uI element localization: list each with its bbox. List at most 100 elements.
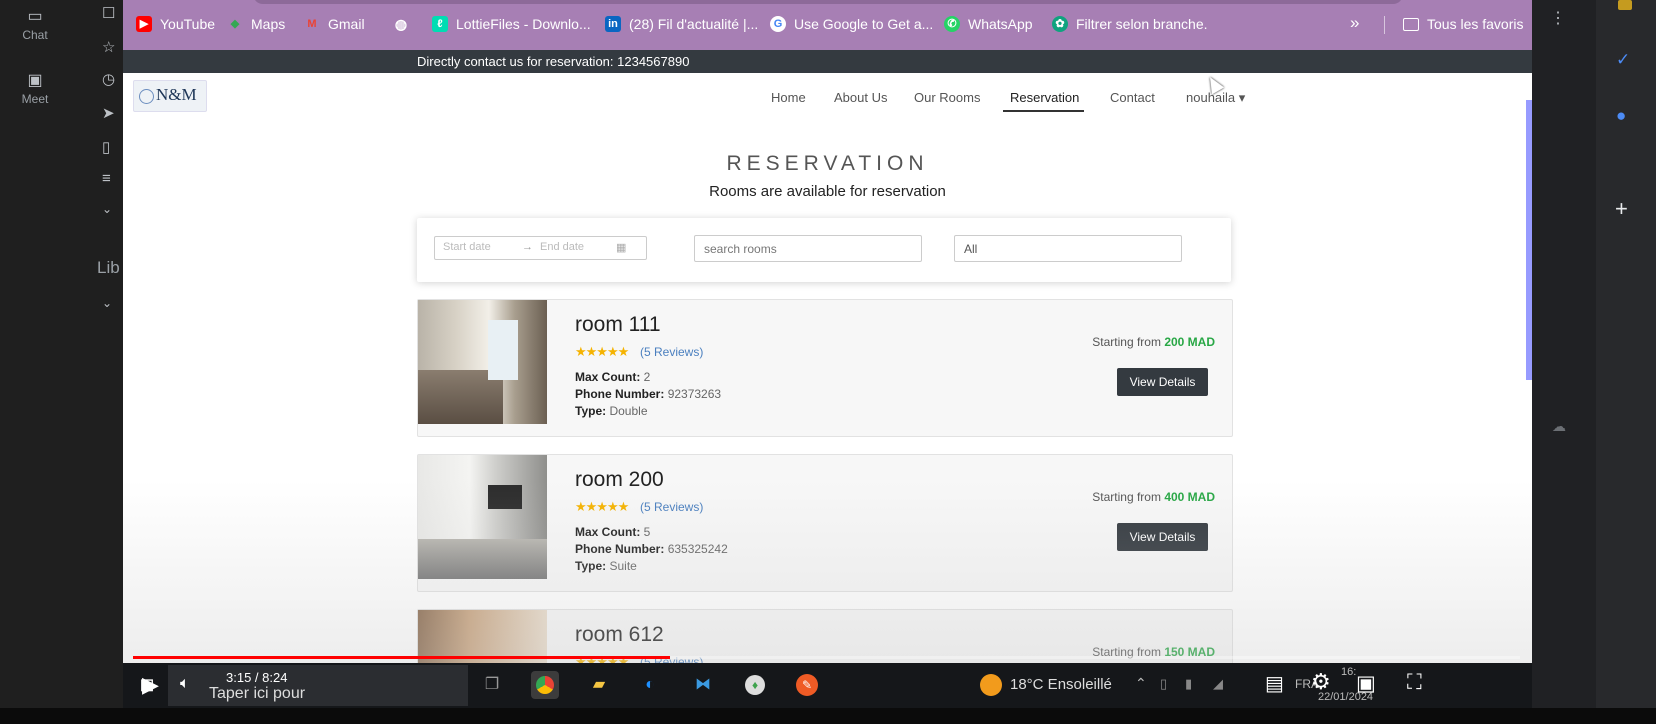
room-price: Starting from 200 MAD: [1092, 335, 1215, 349]
view-details-button[interactable]: View Details: [1117, 368, 1208, 396]
max-count: Max Count: 2: [575, 370, 650, 384]
view-details-button[interactable]: View Details: [1117, 523, 1208, 551]
battery-icon[interactable]: ▮: [1185, 676, 1192, 692]
room-photo[interactable]: [418, 455, 547, 579]
edge-icon[interactable]: ◐: [636, 671, 664, 699]
subtitles-icon[interactable]: ▤: [1265, 671, 1284, 696]
all-bookmarks-label: Tous les favoris: [1427, 16, 1524, 32]
wifi-icon[interactable]: ◢: [1213, 676, 1223, 692]
globe-icon: ◍: [394, 16, 408, 32]
bookmark-linkedin[interactable]: in (28) Fil d'actualité |...: [605, 16, 758, 32]
contacts-icon[interactable]: ●: [1616, 106, 1626, 126]
reviews-link[interactable]: (5 Reviews): [640, 345, 703, 359]
date-range-picker[interactable]: Start date → End date ▦: [434, 236, 647, 260]
vscode-icon[interactable]: ⧓: [689, 671, 717, 699]
bookmark-lottiefiles[interactable]: ℓ LottieFiles - Downlo...: [432, 16, 591, 32]
inbox-icon[interactable]: ☐: [102, 4, 115, 22]
taskbar-search-text: Taper ici pour: [209, 685, 306, 702]
sofa-shape: [418, 539, 547, 579]
play-icon[interactable]: ▶: [142, 672, 159, 698]
folder-icon: [1403, 17, 1419, 31]
clock-icon[interactable]: ◷: [102, 70, 115, 88]
task-view-icon[interactable]: ❐: [478, 671, 506, 699]
detail-label: Type:: [575, 404, 607, 418]
detail-value: 5: [643, 525, 651, 539]
logo-emblem: [139, 89, 154, 104]
meet-nav[interactable]: ▣ Meet: [0, 70, 70, 106]
nav-contact[interactable]: Contact: [1110, 90, 1155, 105]
tasks-icon[interactable]: ✓: [1616, 50, 1630, 70]
price-prefix: Starting from: [1092, 490, 1161, 504]
bookmark-whatsapp[interactable]: ✆ WhatsApp: [944, 16, 1033, 32]
bookmark-label: Filtrer selon branche.: [1076, 16, 1208, 32]
maps-icon: ◆: [230, 18, 240, 30]
site-logo[interactable]: N&M: [133, 80, 207, 112]
room-title[interactable]: room 612: [575, 623, 664, 647]
fullscreen-icon[interactable]: ⛶: [1407, 671, 1422, 695]
phone-number: Phone Number: 635325242: [575, 542, 728, 556]
send-icon[interactable]: ➤: [102, 104, 115, 122]
start-date-input[interactable]: Start date: [443, 241, 491, 253]
browser-window: ▶ YouTube ◆ Maps M Gmail ◍ ℓ LottieFiles - D…: [123, 0, 1532, 708]
mongodb-icon[interactable]: ♦: [741, 671, 769, 699]
more-vert-icon[interactable]: ⋮: [1550, 8, 1566, 28]
room-type-select[interactable]: All: [954, 235, 1182, 262]
whatsapp-icon: ✆: [944, 16, 960, 32]
nav-about-us[interactable]: About Us: [834, 90, 887, 105]
chatgpt-icon: ✿: [1052, 16, 1068, 32]
rating-stars: ★★★★★: [575, 344, 629, 359]
nav-reservation[interactable]: Reservation: [1010, 90, 1079, 105]
nav-our-rooms[interactable]: Our Rooms: [914, 90, 980, 105]
file-icon[interactable]: ▯: [102, 138, 110, 156]
bookmark-label: Gmail: [328, 16, 365, 32]
reviews-link[interactable]: (5 Reviews): [640, 500, 703, 514]
bookmark-maps[interactable]: ◆ Maps: [227, 16, 285, 32]
weather-icon[interactable]: [980, 674, 1002, 696]
file-explorer-icon[interactable]: ▰: [585, 671, 613, 699]
cloud-icon[interactable]: ☁: [1552, 418, 1566, 435]
chevron-up-icon[interactable]: ⌃: [1135, 675, 1147, 692]
bookmark-gmail[interactable]: M Gmail: [304, 16, 365, 32]
labels-heading: Lib: [97, 258, 120, 277]
web-page: Directly contact us for reservation: 123…: [123, 50, 1532, 708]
end-date-input[interactable]: End date: [540, 241, 584, 253]
nav-home[interactable]: Home: [771, 90, 806, 105]
miniplayer-icon[interactable]: ▣: [1356, 671, 1376, 696]
filter-panel: Start date → End date ▦ search rooms All: [417, 218, 1231, 282]
list-icon[interactable]: ≡: [102, 170, 111, 187]
room-photo[interactable]: [418, 300, 547, 424]
room-type: Type: Suite: [575, 559, 637, 573]
postman-icon[interactable]: ✎: [793, 671, 821, 699]
chrome-icon[interactable]: [531, 671, 559, 699]
chat-nav[interactable]: ▭ Chat: [0, 6, 70, 42]
bookmarks-overflow-button[interactable]: »: [1350, 13, 1359, 33]
room-title[interactable]: room 200: [575, 468, 664, 492]
bookmarks-divider: [1384, 16, 1385, 34]
google-icon: G: [770, 16, 786, 32]
star-icon[interactable]: ☆: [102, 38, 115, 56]
room-card: room 111 ★★★★★ (5 Reviews) Max Count: 2 …: [417, 299, 1233, 437]
all-bookmarks-button[interactable]: Tous les favoris: [1403, 16, 1523, 32]
room-price: Starting from 400 MAD: [1092, 490, 1215, 504]
chevron-down-icon[interactable]: ⌄: [102, 202, 112, 216]
rating-stars: ★★★★★: [575, 499, 629, 514]
youtube-icon: ▶: [136, 16, 152, 32]
chevron-down-icon[interactable]: ⌄: [102, 296, 112, 310]
bookmark-google[interactable]: G Use Google to Get a...: [770, 16, 933, 32]
bookmark-youtube[interactable]: ▶ YouTube: [136, 16, 215, 32]
logo-text: N&M: [156, 85, 197, 104]
page-scrollbar[interactable]: [1526, 100, 1532, 380]
bottom-frame: [0, 708, 1656, 724]
add-icon[interactable]: +: [1615, 196, 1628, 222]
bookmark-label: Maps: [251, 16, 286, 32]
taskbar-search-box[interactable]: 🔈︎ 3:15 / 8:24 Taper ici pour: [168, 665, 468, 706]
detail-value: 635325242: [667, 542, 728, 556]
room-title[interactable]: room 111: [575, 313, 661, 337]
user-menu-dropdown[interactable]: nouhaila ▾: [1186, 90, 1245, 106]
keep-icon[interactable]: [1618, 0, 1632, 10]
bookmark-globe[interactable]: ◍: [393, 16, 417, 32]
network-icon[interactable]: ▯: [1160, 676, 1167, 692]
volume-icon[interactable]: 🔈︎: [180, 675, 190, 693]
bookmark-chatgpt[interactable]: ✿ Filtrer selon branche.: [1052, 16, 1208, 32]
search-rooms-input[interactable]: search rooms: [694, 235, 922, 262]
